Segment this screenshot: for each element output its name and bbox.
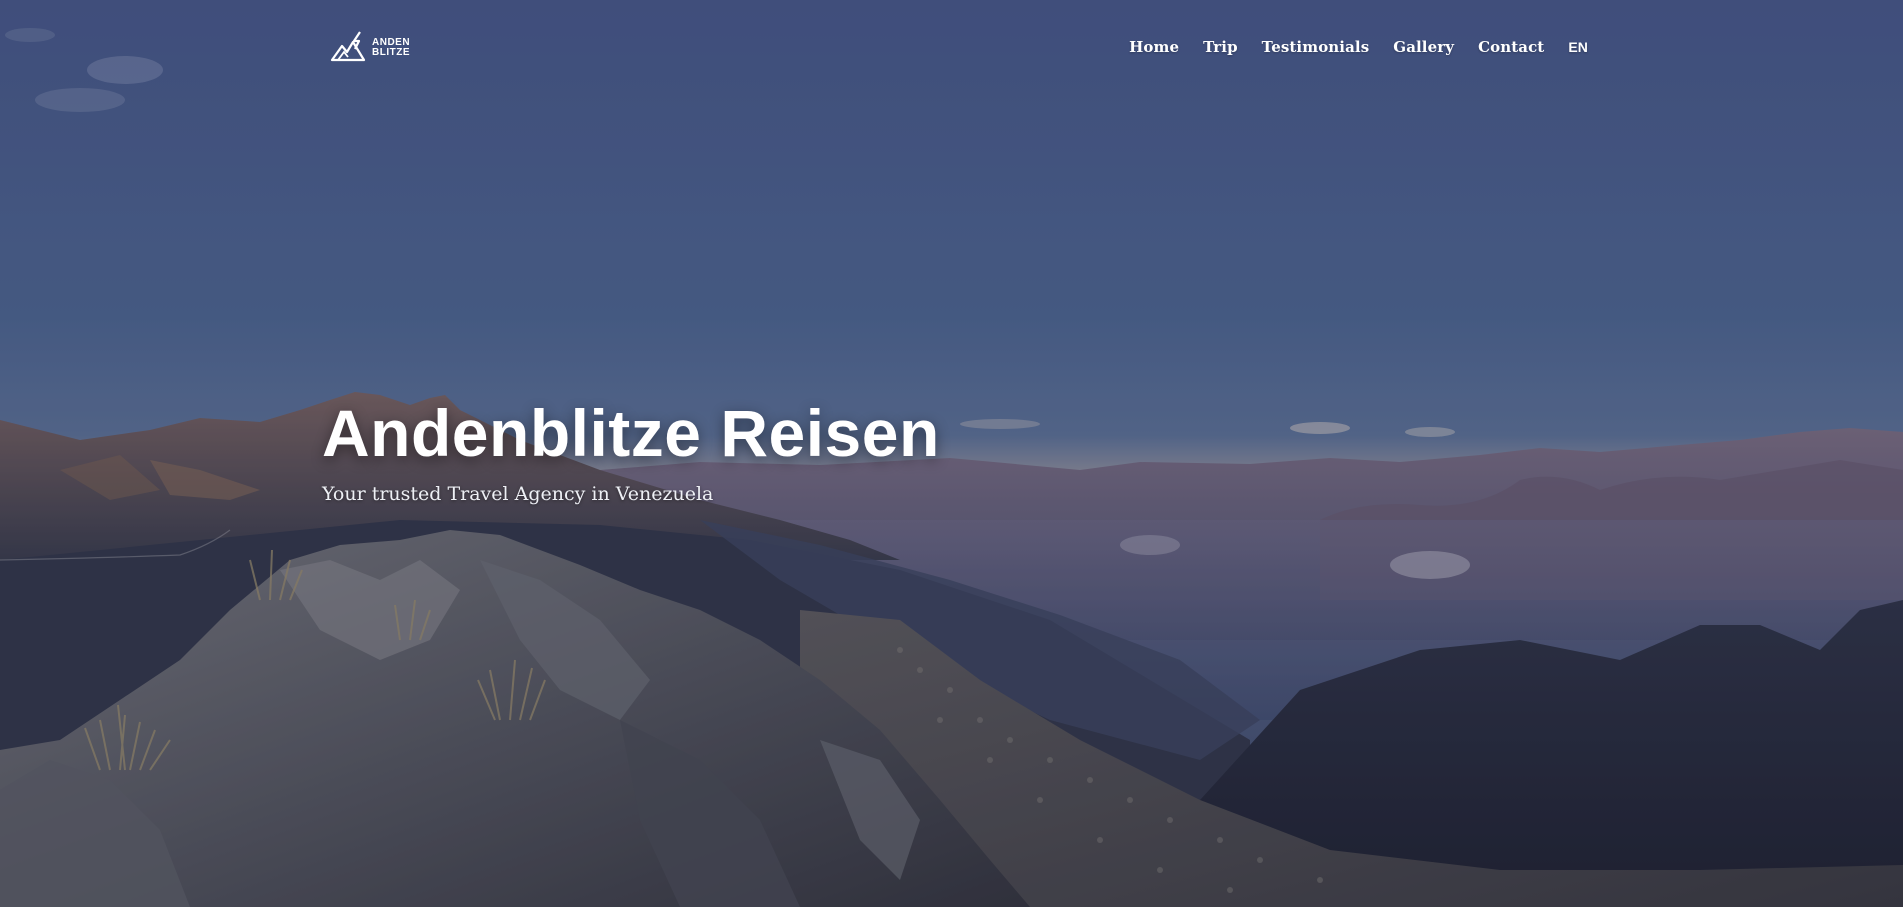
hero-dark-overlay (0, 0, 1903, 907)
language-switcher[interactable]: EN (1568, 39, 1588, 55)
top-navbar: ANDEN BLITZE Home Trip Testimonials Gall… (0, 0, 1903, 100)
main-navigation: Home Trip Testimonials Gallery Contact E… (1129, 38, 1588, 56)
nav-link-gallery[interactable]: Gallery (1393, 38, 1454, 56)
nav-link-trip[interactable]: Trip (1203, 38, 1238, 56)
hero-section: ANDEN BLITZE Home Trip Testimonials Gall… (0, 0, 1903, 907)
hero-text-block: Andenblitze Reisen Your trusted Travel A… (322, 395, 940, 507)
logo-line-2: BLITZE (372, 47, 410, 58)
brand-wordmark: ANDEN BLITZE (372, 38, 410, 58)
brand-logo[interactable]: ANDEN BLITZE (330, 28, 414, 68)
nav-link-testimonials[interactable]: Testimonials (1262, 38, 1370, 56)
hero-subtitle: Your trusted Travel Agency in Venezuela (322, 483, 714, 505)
nav-link-contact[interactable]: Contact (1478, 38, 1544, 56)
nav-link-home[interactable]: Home (1129, 38, 1179, 56)
mountain-lightning-icon (330, 31, 366, 62)
hero-title: Andenblitze Reisen (322, 396, 940, 470)
